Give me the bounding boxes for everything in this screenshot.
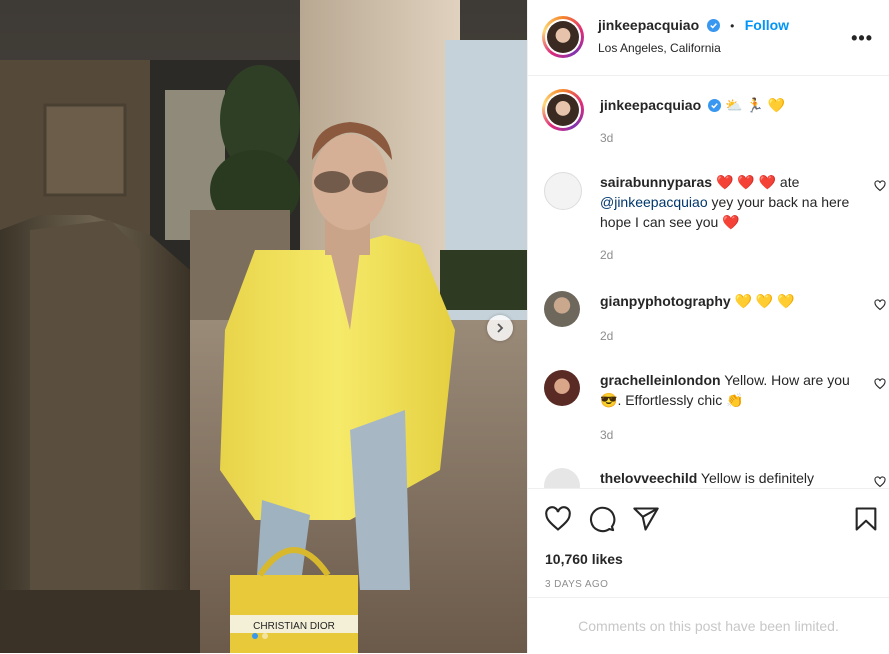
carousel-dot <box>262 633 268 639</box>
commenter-username[interactable]: sairabunnyparas <box>600 174 712 190</box>
heart-icon[interactable] <box>544 505 572 533</box>
comments-limited-notice: Comments on this post have been limited. <box>528 597 889 654</box>
commenter-avatar[interactable] <box>544 370 580 406</box>
post-image[interactable]: CHRISTIAN DIOR <box>0 0 527 653</box>
commenter-avatar[interactable] <box>544 172 582 210</box>
heart-icon[interactable] <box>874 299 886 311</box>
author-avatar[interactable] <box>542 89 584 131</box>
commenter-username[interactable]: grachelleinlondon <box>600 372 721 388</box>
caption-text: ⛅ 🏃 💛 <box>724 97 786 113</box>
bag-brand-text: CHRISTIAN DIOR <box>253 621 335 632</box>
caption-username[interactable]: jinkeepacquiao <box>600 97 701 113</box>
comment-text: . Effortlessly chic <box>617 392 723 408</box>
comment-time[interactable]: 3d <box>600 428 613 442</box>
comment-emoji: ❤️ ❤️ ❤️ <box>715 174 777 190</box>
save-icon[interactable] <box>852 505 880 533</box>
commenter-avatar[interactable] <box>544 291 580 327</box>
heart-icon[interactable] <box>874 476 886 488</box>
carousel-dots <box>252 633 268 639</box>
chevron-right-icon <box>497 323 504 333</box>
post-actions: 10,760 likes 3 DAYS AGO <box>528 488 889 601</box>
next-image-button[interactable] <box>487 315 513 341</box>
comment-text: Yellow. How are you <box>724 372 850 388</box>
header-separator: • <box>730 19 735 33</box>
comment-emoji: 👏 <box>726 392 744 408</box>
post-photo: CHRISTIAN DIOR <box>0 0 527 653</box>
comment-emoji: 😎 <box>600 392 618 408</box>
share-icon[interactable] <box>632 505 660 533</box>
comments-list[interactable]: jinkeepacquiao ⛅ 🏃 💛 3d sairabunnyparas … <box>528 76 889 488</box>
post-header: jinkeepacquiao • Follow Los Angeles, Cal… <box>528 0 889 76</box>
comment-time[interactable]: 2d <box>600 248 613 262</box>
likes-count[interactable]: 10,760 likes <box>545 551 623 567</box>
commenter-username[interactable]: thelovveechild <box>600 470 697 486</box>
verified-icon <box>706 19 720 32</box>
comment-emoji: ❤️ <box>722 214 740 230</box>
more-icon[interactable]: ••• <box>851 28 873 49</box>
comment-emoji: 💛 💛 💛 <box>734 293 795 309</box>
follow-button[interactable]: Follow <box>745 17 789 33</box>
post-location[interactable]: Los Angeles, California <box>598 41 721 55</box>
commenter-avatar[interactable] <box>544 468 580 488</box>
heart-icon[interactable] <box>874 180 886 192</box>
comment-text: Yellow is definitely <box>700 470 815 486</box>
commenter-username[interactable]: gianpyphotography <box>600 293 731 309</box>
comment-icon[interactable] <box>588 505 616 533</box>
post-side-panel: jinkeepacquiao • Follow Los Angeles, Cal… <box>527 0 889 653</box>
comment-time[interactable]: 2d <box>600 329 613 343</box>
comment-text: ate <box>779 174 800 190</box>
caption-time[interactable]: 3d <box>600 131 613 145</box>
verified-icon <box>708 99 722 112</box>
comment-mention[interactable]: @jinkeepacquiao <box>600 194 708 210</box>
carousel-dot <box>252 633 258 639</box>
author-username[interactable]: jinkeepacquiao <box>598 17 699 33</box>
author-avatar[interactable] <box>542 16 584 58</box>
heart-icon[interactable] <box>874 378 886 390</box>
post-date[interactable]: 3 DAYS AGO <box>545 579 608 590</box>
